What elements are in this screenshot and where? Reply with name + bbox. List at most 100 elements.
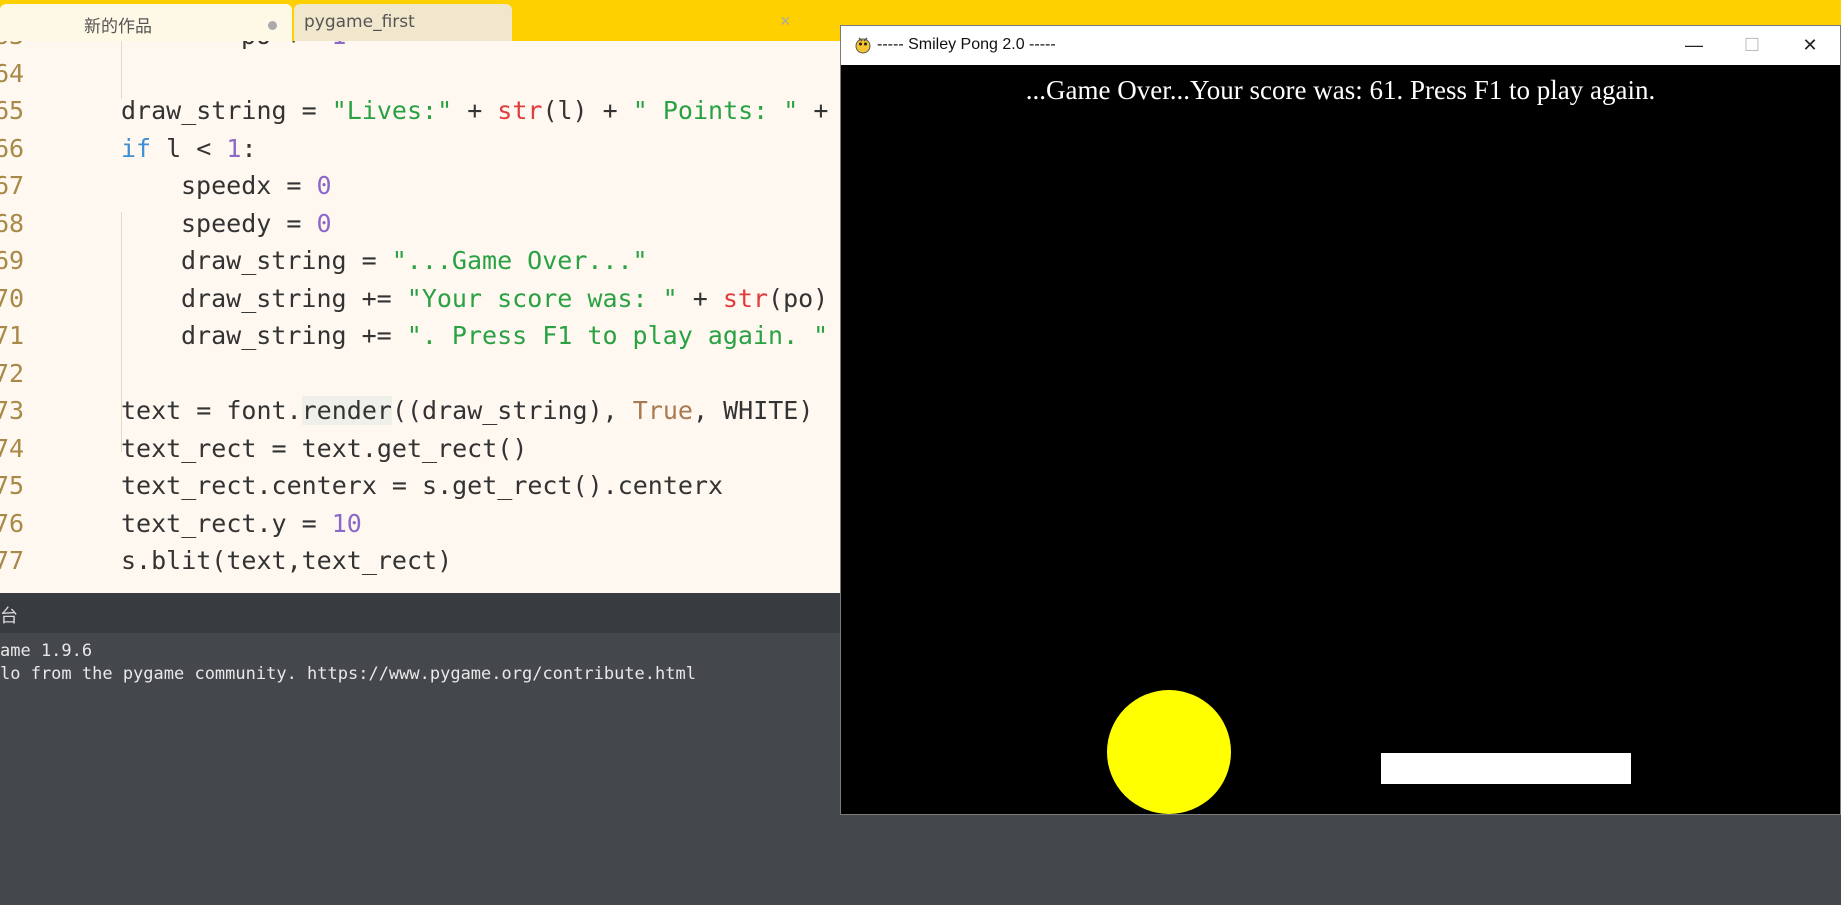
code-token: 0 [316,171,332,200]
console-header: 台 [0,593,840,633]
code-line[interactable]: 65 draw_string = "Lives:" + str(l) + " Po… [0,92,840,129]
code-token: += [286,41,316,50]
game-canvas[interactable]: ...Game Over...Your score was: 61. Press… [841,65,1840,814]
tab-new-work[interactable]: 新的作品 [0,4,292,41]
code-text: po += 1 [241,41,346,54]
console-output[interactable]: ame 1.9.6 lo from the pygame community. … [0,633,840,905]
code-line[interactable]: 75 text_rect.centerx = s.get_rect().cente… [0,467,840,504]
code-token: render [301,396,392,425]
code-token: + [798,96,829,125]
code-text: draw_string += ". Press F1 to play again… [181,317,828,354]
code-line[interactable]: 76 text_rect.y = 10 [0,505,840,542]
smiley-ball [1107,690,1231,814]
paddle [1381,753,1631,784]
code-token: draw_string += [181,321,407,350]
code-line[interactable]: 64 [0,55,840,92]
code-token: "Lives:" [331,96,453,125]
code-token: speedx = [181,171,317,200]
code-token: text_rect.y = [121,508,332,538]
code-text: s.blit(text,text_rect) [121,542,452,579]
line-number: 66 [0,133,25,163]
code-token: text_rect.centerx = s.get_rect().centerx [121,471,724,500]
code-line[interactable]: 71 draw_string += ". Press F1 to play aga… [0,317,840,354]
code-text: draw_string = "Lives:" + str(l) + " Poin… [121,92,828,129]
code-editor[interactable]: 63 po += 1 64 65 draw_string = "Lives:" + st… [0,41,840,593]
code-token: ". Press F1 to play again. " [406,321,829,350]
line-number: 77 [0,546,25,575]
code-token: text = font. [121,396,302,425]
line-number: 71 [0,321,25,350]
code-token: str [722,283,769,313]
code-text: if l < 1: [121,130,257,167]
code-token: "...Game Over..." [391,246,648,275]
code-token: 1 [316,41,346,50]
code-text: speedy = 0 [181,205,332,242]
pygame-snake-icon [855,37,871,54]
window-title: ----- Smiley Pong 2.0 ----- [877,36,1056,53]
console-title: 台 [0,606,18,627]
tab-label: pygame_first [304,12,415,32]
code-token: , WHITE) [692,396,814,425]
tab-label: 新的作品 [84,17,152,37]
code-token: draw_string = [181,246,392,275]
window-titlebar[interactable]: ----- Smiley Pong 2.0 ----- — ☐ ✕ [841,26,1840,65]
code-token: draw_string = [121,96,332,125]
game-window: ----- Smiley Pong 2.0 ----- — ☐ ✕ ...Gam… [840,25,1841,815]
code-token: 0 [316,208,332,238]
code-line[interactable]: 63 po += 1 [0,41,840,54]
code-token: (po) [768,283,829,313]
code-line[interactable]: 69 draw_string = "...Game Over..." [0,242,840,279]
code-text: text = font.render((draw_string), True, … [121,392,813,429]
code-text: draw_string += "Your score was: " + str(… [181,280,828,317]
code-token: po [241,41,286,50]
code-text: draw_string = "...Game Over..." [181,242,648,279]
code-line[interactable]: 73 text = font.render((draw_string), True… [0,392,840,429]
code-token: 10 [331,508,362,538]
tab-pygame-first[interactable]: pygame_first × [294,4,791,41]
close-button[interactable]: ✕ [1781,26,1839,65]
line-number: 69 [0,246,25,275]
line-number: 65 [0,96,25,125]
code-line[interactable]: 68 speedy = 0 [0,205,840,242]
code-line[interactable]: 70 draw_string += "Your score was: " + st… [0,280,840,317]
code-token: 1 [226,133,242,163]
code-token: + [452,96,498,125]
code-text: text_rect.y = 10 [121,505,362,542]
code-token: ((draw_string), [391,396,633,425]
code-token: (l) + [542,96,633,125]
code-line[interactable]: 66 if l < 1: [0,130,840,167]
line-number: 72 [0,358,25,388]
code-token: text_rect = text.get_rect() [121,433,528,463]
code-text: speedx = 0 [181,167,332,204]
console-line: lo from the pygame community. https://ww… [0,664,696,684]
code-token: : [241,133,257,163]
tab-close-icon[interactable]: × [780,11,791,32]
code-token: str [497,96,543,125]
code-token: if [121,133,152,163]
code-text: text_rect = text.get_rect() [121,430,527,467]
code-line[interactable]: 67 speedx = 0 [0,167,840,204]
minimize-button[interactable]: — [1665,26,1723,65]
line-number: 67 [0,171,25,200]
maximize-button[interactable]: ☐ [1723,26,1781,65]
line-number: 73 [0,396,25,425]
line-number: 74 [0,433,25,463]
code-token: s.blit(text,text_rect) [121,546,453,575]
code-line[interactable]: 74 text_rect = text.get_rect() [0,430,840,467]
line-number: 70 [0,283,25,313]
code-line[interactable]: 72 [0,355,840,392]
line-number: 63 [0,41,24,54]
code-text: text_rect.centerx = s.get_rect().centerx [121,467,723,504]
unsaved-dot-icon [268,21,277,30]
code-token: speedy = [181,208,317,238]
code-token: + [677,283,723,313]
line-number: 68 [0,208,25,238]
code-token: draw_string += [181,283,407,313]
code-token: "Your score was: " [406,283,678,313]
line-number: 75 [0,471,25,500]
line-number: 64 [0,58,25,88]
code-token: True [632,396,693,425]
line-number: 76 [0,508,25,538]
code-line[interactable]: 77 s.blit(text,text_rect) [0,542,840,579]
code-token: l < [151,133,227,163]
